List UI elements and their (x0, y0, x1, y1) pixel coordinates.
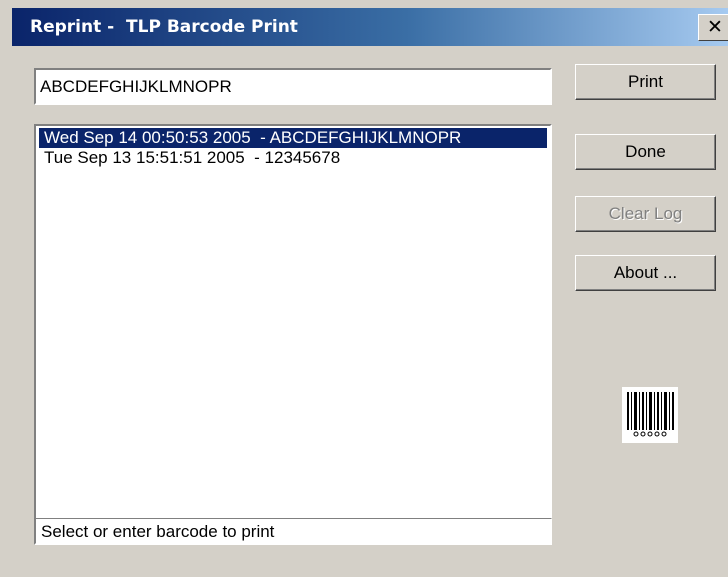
close-icon: ✕ (707, 16, 723, 38)
dialog-client-area: Wed Sep 14 00:50:53 2005 - ABCDEFGHIJKLM… (12, 46, 728, 577)
log-entry-2[interactable]: Tue Sep 13 15:51:51 2005 - 12345678 (39, 148, 547, 168)
log-entry-1[interactable]: Wed Sep 14 00:50:53 2005 - ABCDEFGHIJKLM… (39, 128, 547, 148)
status-bar: Select or enter barcode to print (34, 518, 552, 545)
window-title: Reprint - TLP Barcode Print (30, 17, 298, 37)
print-button[interactable]: Print (575, 64, 716, 100)
clear-log-button[interactable]: Clear Log (575, 196, 716, 232)
barcode-input-frame (34, 68, 552, 105)
reprint-dialog: Reprint - TLP Barcode Print ✕ Wed Sep 14… (0, 0, 728, 577)
about-button[interactable]: About ... (575, 255, 716, 291)
barcode-input[interactable] (36, 70, 550, 103)
close-button[interactable]: ✕ (698, 14, 728, 41)
done-button[interactable]: Done (575, 134, 716, 170)
barcode-icon (622, 387, 678, 443)
print-log-list[interactable]: Wed Sep 14 00:50:53 2005 - ABCDEFGHIJKLM… (34, 124, 552, 545)
title-bar[interactable]: Reprint - TLP Barcode Print ✕ (12, 8, 728, 46)
